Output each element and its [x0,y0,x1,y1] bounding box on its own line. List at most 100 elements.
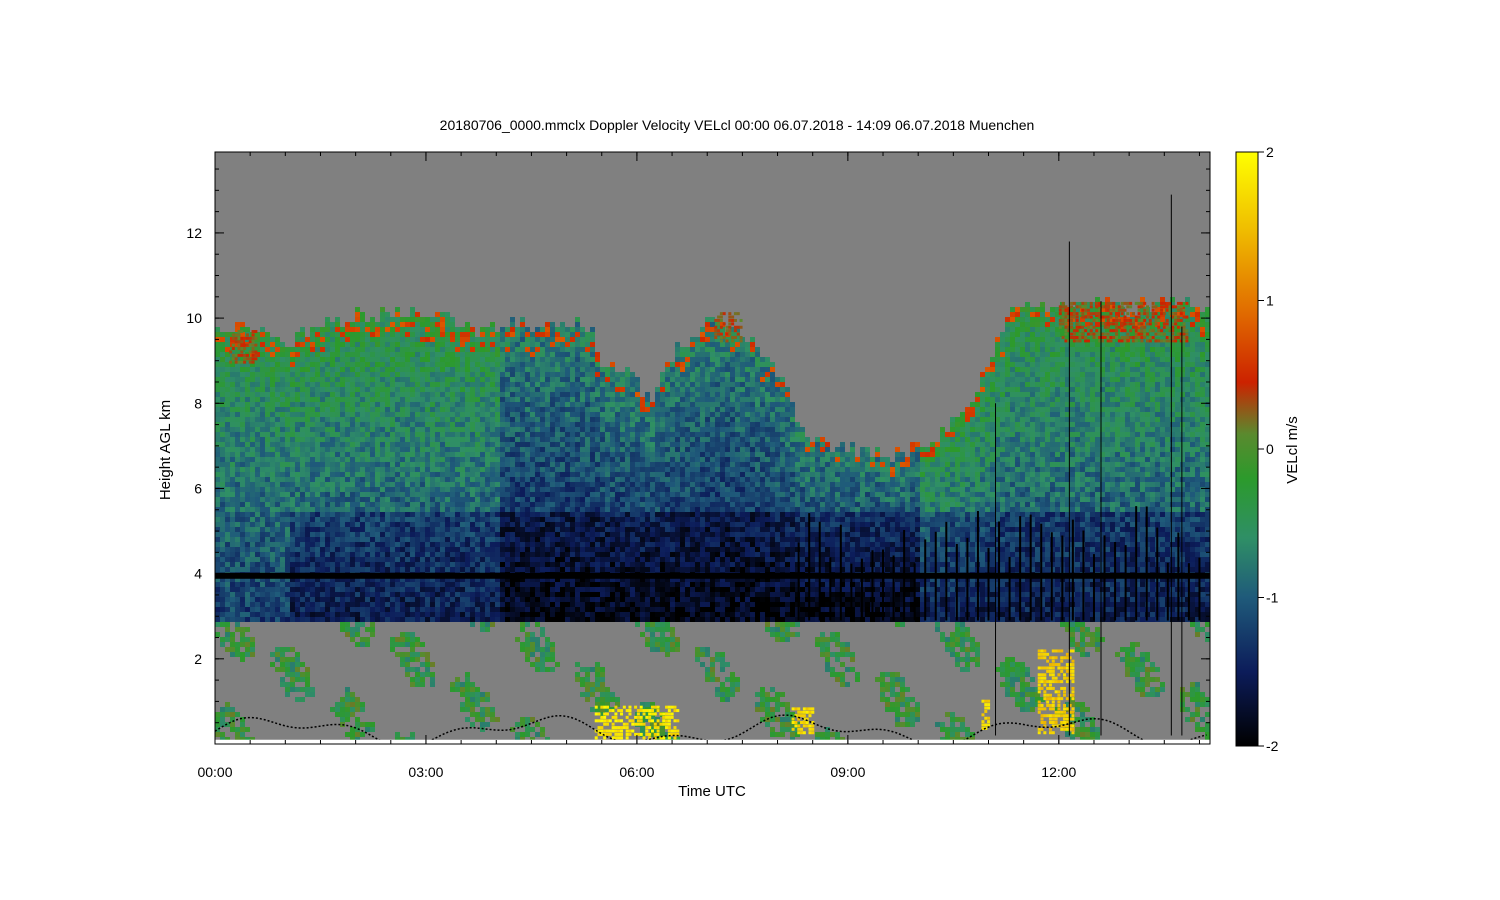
velocity-cell [515,497,520,502]
velocity-cell [365,597,370,602]
velocity-cell [490,602,495,607]
velocity-cell [305,397,310,402]
velocity-cell [275,612,280,617]
velocity-cell [505,557,510,562]
velocity-cell [485,462,490,467]
velocity-cell [265,457,270,462]
velocity-cell [285,432,290,437]
velocity-cell [360,387,365,392]
velocity-cell [570,562,575,567]
velocity-cell [450,607,455,612]
velocity-cell [445,617,450,622]
velocity-cell [285,552,290,557]
velocity-cell [495,482,500,487]
velocity-cell [290,487,295,492]
velocity-cell [530,357,535,362]
velocity-cell [275,552,280,557]
velocity-cell [565,567,570,572]
velocity-cell [355,347,360,352]
velocity-cell [330,562,335,567]
velocity-cell [305,592,310,597]
velocity-cell [290,567,295,572]
velocity-cell [510,337,515,342]
velocity-cell [585,682,590,687]
velocity-cell [580,422,585,427]
velocity-cell [540,442,545,447]
velocity-cell [255,607,260,612]
velocity-cell [415,532,420,537]
velocity-cell [250,387,255,392]
velocity-cell [275,567,280,572]
velocity-cell [560,467,565,472]
velocity-cell [430,467,435,472]
velocity-cell [255,447,260,452]
velocity-cell [510,437,515,442]
velocity-cell [385,367,390,372]
velocity-cell [415,482,420,487]
velocity-cell [575,347,580,352]
velocity-cell [285,482,290,487]
velocity-cell [575,677,580,682]
velocity-cell [525,377,530,382]
velocity-cell [360,537,365,542]
velocity-cell [285,562,290,567]
velocity-cell [525,457,530,462]
velocity-cell [455,582,460,587]
velocity-cell [320,357,325,362]
velocity-cell [360,357,365,362]
velocity-cell [395,332,400,337]
velocity-cell [400,562,405,567]
velocity-cell [315,587,320,592]
velocity-cell [505,507,510,512]
velocity-cell [545,482,550,487]
velocity-cell [455,567,460,572]
velocity-cell [390,432,395,437]
velocity-cell [570,387,575,392]
velocity-cell [275,377,280,382]
velocity-cell [445,397,450,402]
velocity-cell [590,567,595,572]
velocity-cell [370,362,375,367]
velocity-cell [380,567,385,572]
velocity-cell [370,552,375,557]
velocity-cell [480,712,485,717]
velocity-cell [385,567,390,572]
velocity-cell [355,447,360,452]
velocity-cell [220,492,225,497]
velocity-cell [320,607,325,612]
velocity-cell [225,517,230,522]
velocity-cell [500,477,505,482]
velocity-cell [580,447,585,452]
velocity-cell [590,667,595,672]
velocity-cell [240,412,245,417]
velocity-cell [440,607,445,612]
velocity-cell [530,437,535,442]
velocity-cell [285,382,290,387]
velocity-cell [530,332,535,337]
velocity-cell [485,562,490,567]
velocity-cell [365,462,370,467]
velocity-cell [550,537,555,542]
velocity-cell [420,522,425,527]
velocity-cell [415,417,420,422]
velocity-cell [420,557,425,562]
velocity-cell [430,437,435,442]
velocity-cell [470,447,475,452]
velocity-cell [380,397,385,402]
velocity-cell [565,337,570,342]
velocity-cell [550,422,555,427]
velocity-cell [450,522,455,527]
velocity-cell [525,452,530,457]
velocity-cell [275,397,280,402]
velocity-cell [465,672,470,677]
velocity-cell [300,597,305,602]
velocity-cell [270,552,275,557]
velocity-cell [295,442,300,447]
velocity-cell [360,322,365,327]
velocity-cell [450,367,455,372]
velocity-cell [465,417,470,422]
velocity-cell [465,607,470,612]
velocity-cell [545,417,550,422]
velocity-cell [285,512,290,517]
velocity-cell [580,592,585,597]
